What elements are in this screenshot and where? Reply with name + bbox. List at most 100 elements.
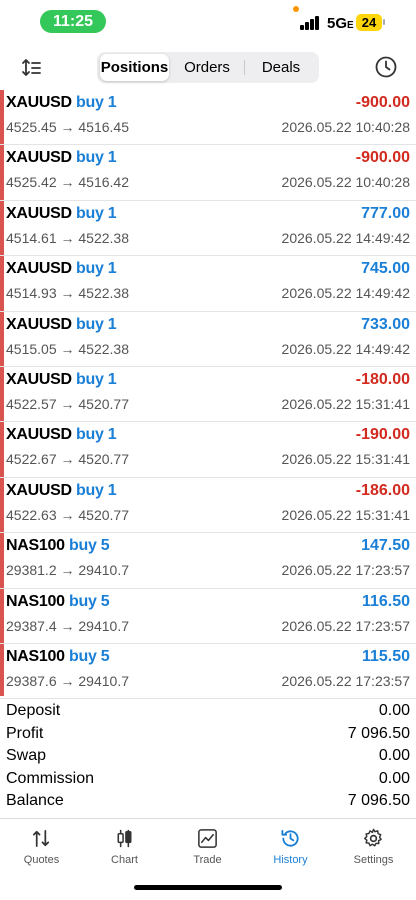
deal-side: buy 1 — [76, 149, 117, 167]
summary-value: 7 096.50 — [347, 792, 410, 810]
deal-row[interactable]: XAUUSD buy 1 777.00 4514.61 → 4522.38 2026.0… — [0, 201, 416, 257]
summary-row-swap: Swap 0.00 — [0, 745, 416, 768]
status-time: 11:25 — [40, 10, 106, 33]
deal-time: 2026.05.22 14:49:42 — [281, 285, 410, 302]
deal-profit: 115.50 — [361, 648, 410, 665]
deal-time: 2026.05.22 10:40:28 — [281, 174, 410, 191]
history-top-bar: Positions Orders Deals — [0, 48, 416, 88]
summary-row-deposit: Deposit 0.00 — [0, 700, 416, 723]
deal-prices: 29387.6 → 29410.7 — [6, 673, 129, 689]
tab-orders[interactable]: Orders — [171, 54, 243, 81]
tab-quotes[interactable]: Quotes — [0, 819, 83, 875]
deal-profit: -900.00 — [355, 149, 410, 167]
deal-row[interactable]: XAUUSD buy 1 -900.00 4525.42 → 4516.42 2026.… — [0, 145, 416, 201]
deal-symbol: XAUUSD — [6, 315, 72, 333]
deal-list: XAUUSD buy 1 -900.00 4525.45 → 4516.45 2026.… — [0, 90, 416, 700]
deal-profit: -180.00 — [355, 371, 410, 388]
summary-value: 0.00 — [378, 769, 410, 787]
deal-row[interactable]: NAS100 buy 5 116.50 29387.4 → 29410.7 2026.0… — [0, 589, 416, 644]
deal-row[interactable]: XAUUSD buy 1 -180.00 4522.57 → 4520.77 2026.… — [0, 367, 416, 423]
deal-row[interactable]: XAUUSD buy 1 -190.00 4522.67 → 4520.77 2026.… — [0, 422, 416, 478]
history-summary: Deposit 0.00 Profit 7 096.50 Swap 0.00 Commiss… — [0, 700, 416, 813]
deal-profit: 745.00 — [361, 260, 410, 278]
status-bar: 11:25 5GE 24 — [0, 0, 416, 44]
deal-side: buy 1 — [76, 204, 117, 222]
trade-icon — [198, 829, 217, 848]
deal-time: 2026.05.22 14:49:42 — [281, 229, 410, 246]
tab-trade[interactable]: Trade — [166, 819, 249, 875]
deal-side: buy 1 — [76, 371, 117, 388]
deal-prices: 4525.42 → 4516.42 — [6, 174, 129, 191]
deal-profit: 777.00 — [361, 204, 410, 222]
deal-row[interactable]: NAS100 buy 5 147.50 29381.2 → 29410.7 2026.0… — [0, 533, 416, 589]
deal-profit: 733.00 — [361, 315, 410, 333]
bottom-tab-bar: Quotes Chart Trade History Settings — [0, 818, 416, 875]
deal-row[interactable]: NAS100 buy 5 115.50 29387.6 → 29410.7 2026.0… — [0, 644, 416, 700]
deal-prices: 4522.57 → 4520.77 — [6, 396, 129, 412]
deal-profit: 116.50 — [361, 592, 410, 610]
summary-row-profit: Profit 7 096.50 — [0, 723, 416, 746]
deal-profit: -900.00 — [355, 94, 410, 111]
deal-time: 2026.05.22 14:49:42 — [281, 340, 410, 357]
deal-symbol: XAUUSD — [6, 94, 72, 111]
summary-label: Profit — [6, 724, 44, 742]
deal-profit: 147.50 — [361, 537, 410, 555]
deal-symbol: XAUUSD — [6, 426, 72, 444]
deal-symbol: NAS100 — [6, 537, 65, 555]
deal-time: 2026.05.22 15:31:41 — [281, 506, 410, 523]
deal-symbol: XAUUSD — [6, 149, 72, 167]
tab-settings[interactable]: Settings — [332, 819, 415, 875]
summary-label: Balance — [6, 792, 64, 810]
deal-symbol: NAS100 — [6, 592, 65, 610]
deal-profit: -190.00 — [355, 426, 410, 444]
deal-profit: -186.00 — [355, 481, 410, 499]
deal-time: 2026.05.22 17:23:57 — [281, 673, 410, 689]
deal-row[interactable]: XAUUSD buy 1 733.00 4515.05 → 4522.38 2026.0… — [0, 312, 416, 367]
deal-symbol: XAUUSD — [6, 481, 72, 499]
deal-prices: 4514.93 → 4522.38 — [6, 285, 129, 302]
deal-side: buy 1 — [76, 94, 117, 111]
history-icon — [281, 829, 299, 847]
summary-row-commission: Commission 0.00 — [0, 768, 416, 791]
summary-value: 0.00 — [378, 702, 410, 719]
deal-side: buy 5 — [69, 592, 110, 610]
quotes-icon — [32, 829, 50, 848]
deal-prices: 29381.2 → 29410.7 — [6, 562, 129, 579]
deal-time: 2026.05.22 15:31:41 — [281, 451, 410, 468]
summary-label: Commission — [6, 769, 95, 787]
deal-row[interactable]: XAUUSD buy 1 -900.00 4525.45 → 4516.45 2026.… — [0, 90, 416, 146]
deal-symbol: XAUUSD — [6, 371, 72, 388]
deal-symbol: NAS100 — [6, 648, 65, 665]
deal-prices: 4515.05 → 4522.38 — [6, 340, 129, 357]
deal-time: 2026.05.22 17:23:57 — [281, 562, 410, 579]
summary-label: Deposit — [6, 702, 61, 719]
clock-icon[interactable] — [374, 55, 398, 79]
deal-side: buy 5 — [69, 537, 110, 555]
deal-side: buy 5 — [69, 648, 110, 665]
tab-chart[interactable]: Chart — [83, 819, 166, 875]
deal-row[interactable]: XAUUSD buy 1 -186.00 4522.63 → 4520.77 2026.… — [0, 478, 416, 534]
tab-deals[interactable]: Deals — [245, 54, 317, 81]
tab-history-label: History — [273, 854, 308, 866]
signal-bars-icon — [300, 16, 322, 30]
settings-icon — [363, 828, 382, 847]
deal-time: 2026.05.22 10:40:28 — [281, 119, 410, 135]
tab-chart-label: Chart — [111, 854, 138, 866]
deal-symbol: XAUUSD — [6, 260, 72, 278]
tab-settings-label: Settings — [353, 854, 394, 866]
tab-positions[interactable]: Positions — [100, 54, 169, 81]
deal-prices: 4514.61 → 4522.38 — [6, 229, 129, 246]
tab-history[interactable]: History — [249, 819, 332, 875]
summary-row-balance: Balance 7 096.50 — [0, 790, 416, 813]
deal-side: buy 1 — [76, 426, 117, 444]
deal-side: buy 1 — [76, 315, 117, 333]
summary-value: 7 096.50 — [347, 724, 410, 742]
deal-side: buy 1 — [76, 260, 117, 278]
battery-tip — [383, 19, 385, 25]
summary-label: Swap — [6, 747, 47, 765]
deal-row[interactable]: XAUUSD buy 1 745.00 4514.93 → 4522.38 2026.0… — [0, 256, 416, 312]
summary-value: 0.00 — [378, 747, 410, 765]
sort-icon[interactable] — [20, 56, 44, 80]
deal-prices: 29387.4 → 29410.7 — [6, 617, 129, 634]
tab-trade-label: Trade — [193, 854, 222, 866]
